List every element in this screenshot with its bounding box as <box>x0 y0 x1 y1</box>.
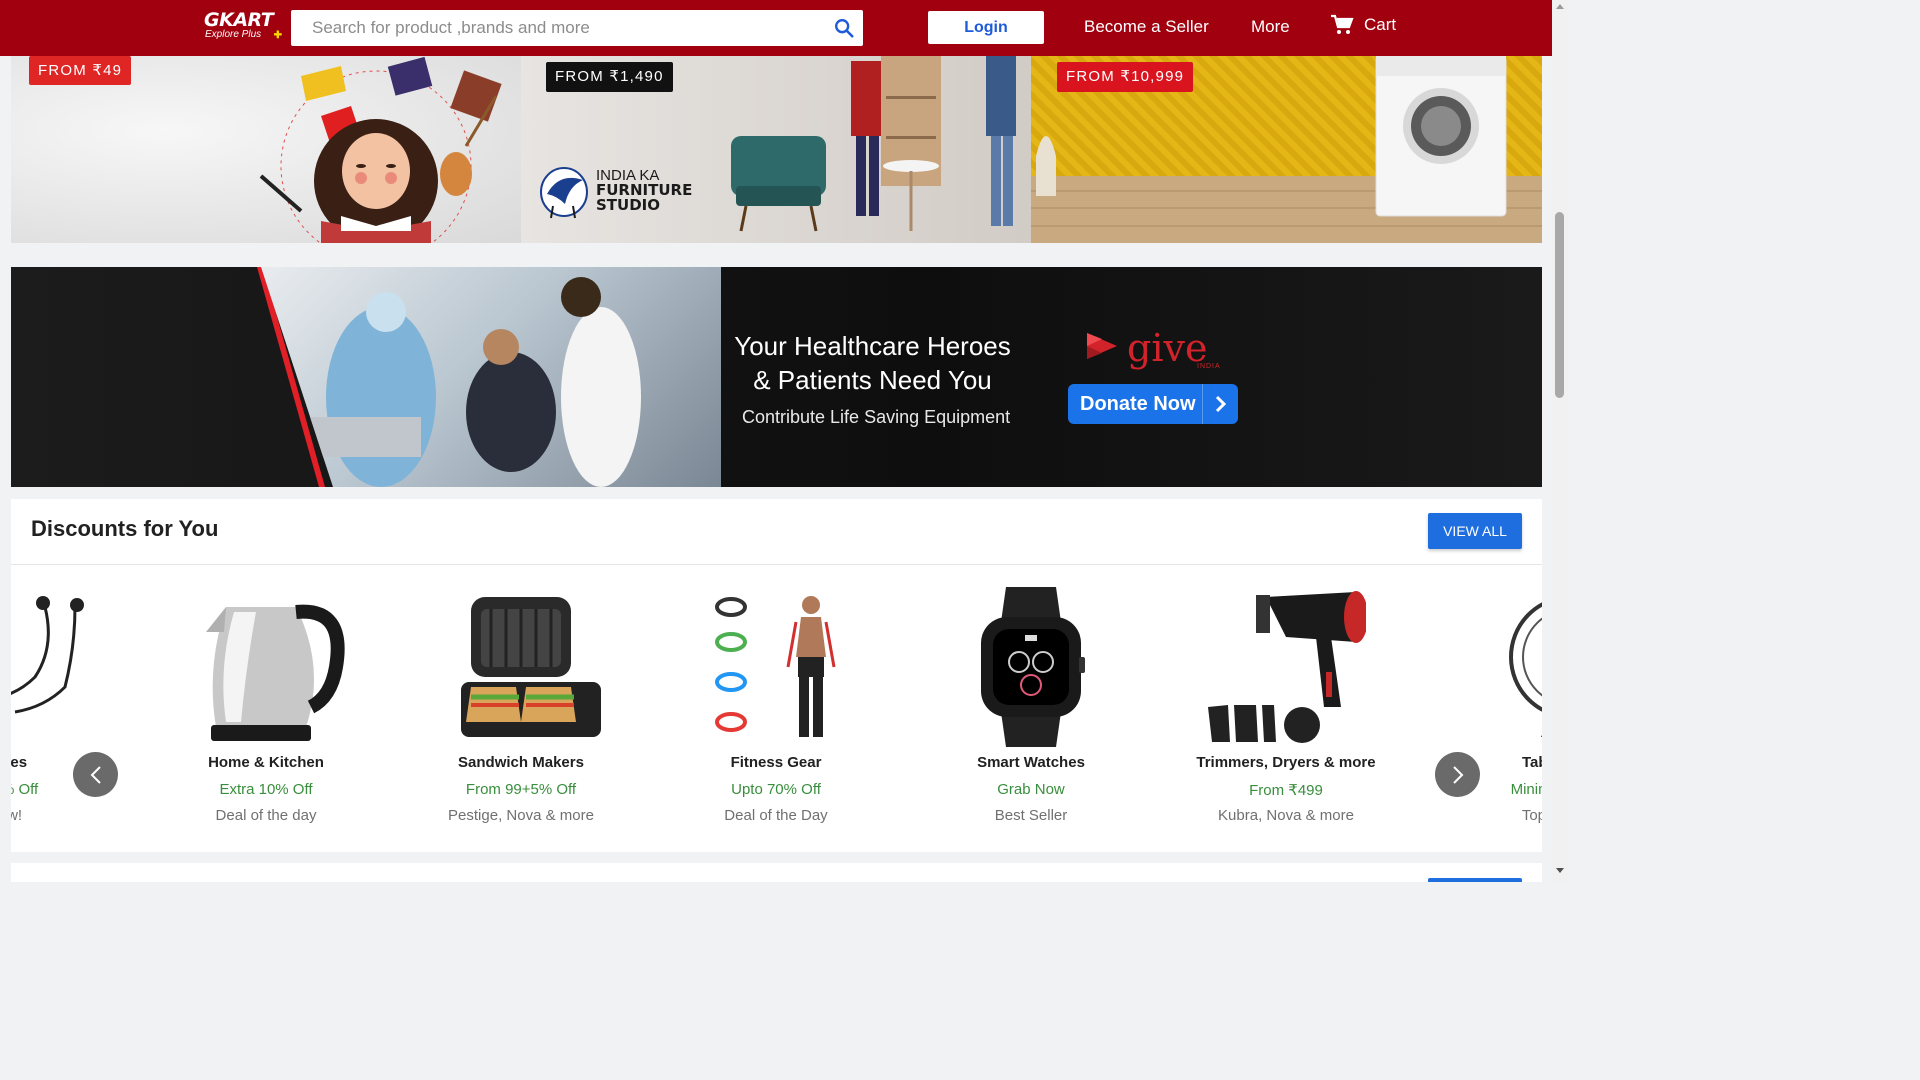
product-card[interactable]: Smart Watches Grab Now Best Seller <box>906 565 1156 852</box>
product-card[interactable]: Table Minimum Top S <box>1416 565 1542 852</box>
healthcare-subtext: Contribute Life Saving Equipment <box>742 407 1011 427</box>
donate-label: Donate Now <box>1080 392 1196 415</box>
kettle-icon <box>206 604 345 741</box>
give-triangles-icon <box>1087 333 1117 359</box>
card-offer: From 99+5% Off <box>465 781 577 798</box>
card-offer: Extra 10% Off <box>219 781 313 798</box>
hair-dryer-icon <box>1208 591 1366 743</box>
resistance-bands-icon <box>715 596 836 737</box>
healthcare-headline: Your Healthcare Heroes & Patients Need Y… <box>731 329 1014 397</box>
give-india-label: INDIA <box>1197 363 1221 370</box>
card-title: Smart Watches <box>977 754 1085 771</box>
next-section-button[interactable] <box>1428 878 1522 882</box>
scrollbar-thumb[interactable] <box>1555 212 1564 398</box>
plus-icon: ✚ <box>273 30 282 41</box>
search-bar <box>291 10 863 46</box>
card-title: Fitness Gear <box>730 754 822 771</box>
donate-now-button[interactable]: Donate Now <box>1068 384 1238 424</box>
furniture-studio-logo: INDIA KA FURNITURE STUDIO <box>596 168 692 213</box>
discounts-section: Discounts for You VIEW ALL hones n 50% O… <box>11 499 1542 852</box>
chevron-left-icon <box>90 765 101 784</box>
card-title: Sandwich Makers <box>458 754 584 771</box>
table-fan-icon <box>1509 602 1542 737</box>
carousel-next-button[interactable] <box>1435 752 1480 797</box>
card-title: Home & Kitchen <box>208 754 324 771</box>
product-card[interactable]: hones n 50% Off Now! <box>11 565 130 852</box>
books-illustration <box>259 56 502 243</box>
furniture-banner[interactable]: FROM ₹1,490 INDIA KA FURNITURE STUDIO <box>521 56 1031 243</box>
washing-machine-banner[interactable]: FROM ₹10,999 <box>1031 56 1542 243</box>
card-subtext: Deal of the day <box>215 807 317 824</box>
view-all-button[interactable]: VIEW ALL <box>1428 513 1522 549</box>
furniture-scene <box>731 56 1016 232</box>
product-card[interactable]: Trimmers, Dryers & more From ₹499 Kubra,… <box>1161 565 1411 852</box>
search-icon[interactable] <box>833 17 855 39</box>
card-offer: From ₹499 <box>1249 782 1323 799</box>
logo-text: GKART <box>204 9 274 31</box>
become-seller-link[interactable]: Become a Seller <box>1084 17 1209 37</box>
cart-icon <box>1331 14 1354 34</box>
medical-scene <box>301 277 641 487</box>
headline-line: & Patients Need You <box>753 365 992 395</box>
earphones-icon <box>11 596 84 714</box>
scroll-down-arrow-icon[interactable] <box>1556 868 1564 873</box>
carousel-prev-button[interactable] <box>73 752 118 797</box>
card-offer: Grab Now <box>997 781 1065 798</box>
card-subtext: Top S <box>1521 807 1542 824</box>
brand-line: STUDIO <box>596 196 660 214</box>
chevron-right-icon <box>1452 765 1463 784</box>
more-menu[interactable]: More <box>1251 17 1290 37</box>
cart-link[interactable]: Cart <box>1330 14 1396 36</box>
card-subtext: Now! <box>11 807 23 824</box>
top-navbar: GKART Explore Plus ✚ Login Become a Sell… <box>0 0 1552 56</box>
login-button[interactable]: Login <box>928 11 1044 44</box>
gkart-logo[interactable]: GKART Explore Plus ✚ <box>204 9 284 41</box>
logo-tagline: Explore Plus <box>205 29 262 40</box>
card-subtext: Best Seller <box>994 807 1068 824</box>
card-subtext: Kubra, Nova & more <box>1218 807 1354 824</box>
product-card[interactable]: Fitness Gear Upto 70% Off Deal of the Da… <box>651 565 901 852</box>
discounts-carousel: hones n 50% Off Now! Home & Kitchen Extr… <box>11 565 1542 852</box>
sandwich-maker-icon <box>461 597 601 737</box>
page-scrollbar[interactable] <box>1552 0 1568 882</box>
page: GKART Explore Plus ✚ Login Become a Sell… <box>0 0 1568 882</box>
card-subtext: Deal of the Day <box>724 807 828 824</box>
give-wordmark: give <box>1127 326 1208 370</box>
cart-label: Cart <box>1364 15 1397 34</box>
product-card[interactable]: Sandwich Makers From 99+5% Off Pestige, … <box>396 565 646 852</box>
furniture-studio-logo-icon <box>540 167 588 219</box>
smartwatch-icon <box>981 587 1085 747</box>
product-card[interactable]: Home & Kitchen Extra 10% Off Deal of the… <box>141 565 391 852</box>
card-offer: Minimum <box>1510 781 1542 798</box>
headline-line: Your Healthcare Heroes <box>734 331 1011 361</box>
card-title: Trimmers, Dryers & more <box>1196 754 1376 771</box>
next-section-card <box>11 863 1542 882</box>
healthcare-workers-photo <box>261 267 721 487</box>
chevron-right-icon <box>1215 395 1227 413</box>
card-offer: Upto 70% Off <box>731 781 821 798</box>
give-india-logo: give INDIA <box>1085 326 1220 370</box>
search-input[interactable] <box>291 10 821 46</box>
healthcare-donation-banner[interactable]: Your Healthcare Heroes & Patients Need Y… <box>11 267 1542 487</box>
card-subtext: Pestige, Nova & more <box>448 807 594 824</box>
button-divider <box>1202 384 1203 424</box>
price-tag: FROM ₹10,999 <box>1057 62 1194 92</box>
offer-banner-row: FROM ₹49 FROM ₹1,490 INDIA KA FURNITURE … <box>11 56 1542 243</box>
scroll-up-arrow-icon[interactable] <box>1556 4 1564 9</box>
books-banner[interactable]: FROM ₹49 <box>11 56 521 243</box>
section-title: Discounts for You <box>31 516 219 541</box>
